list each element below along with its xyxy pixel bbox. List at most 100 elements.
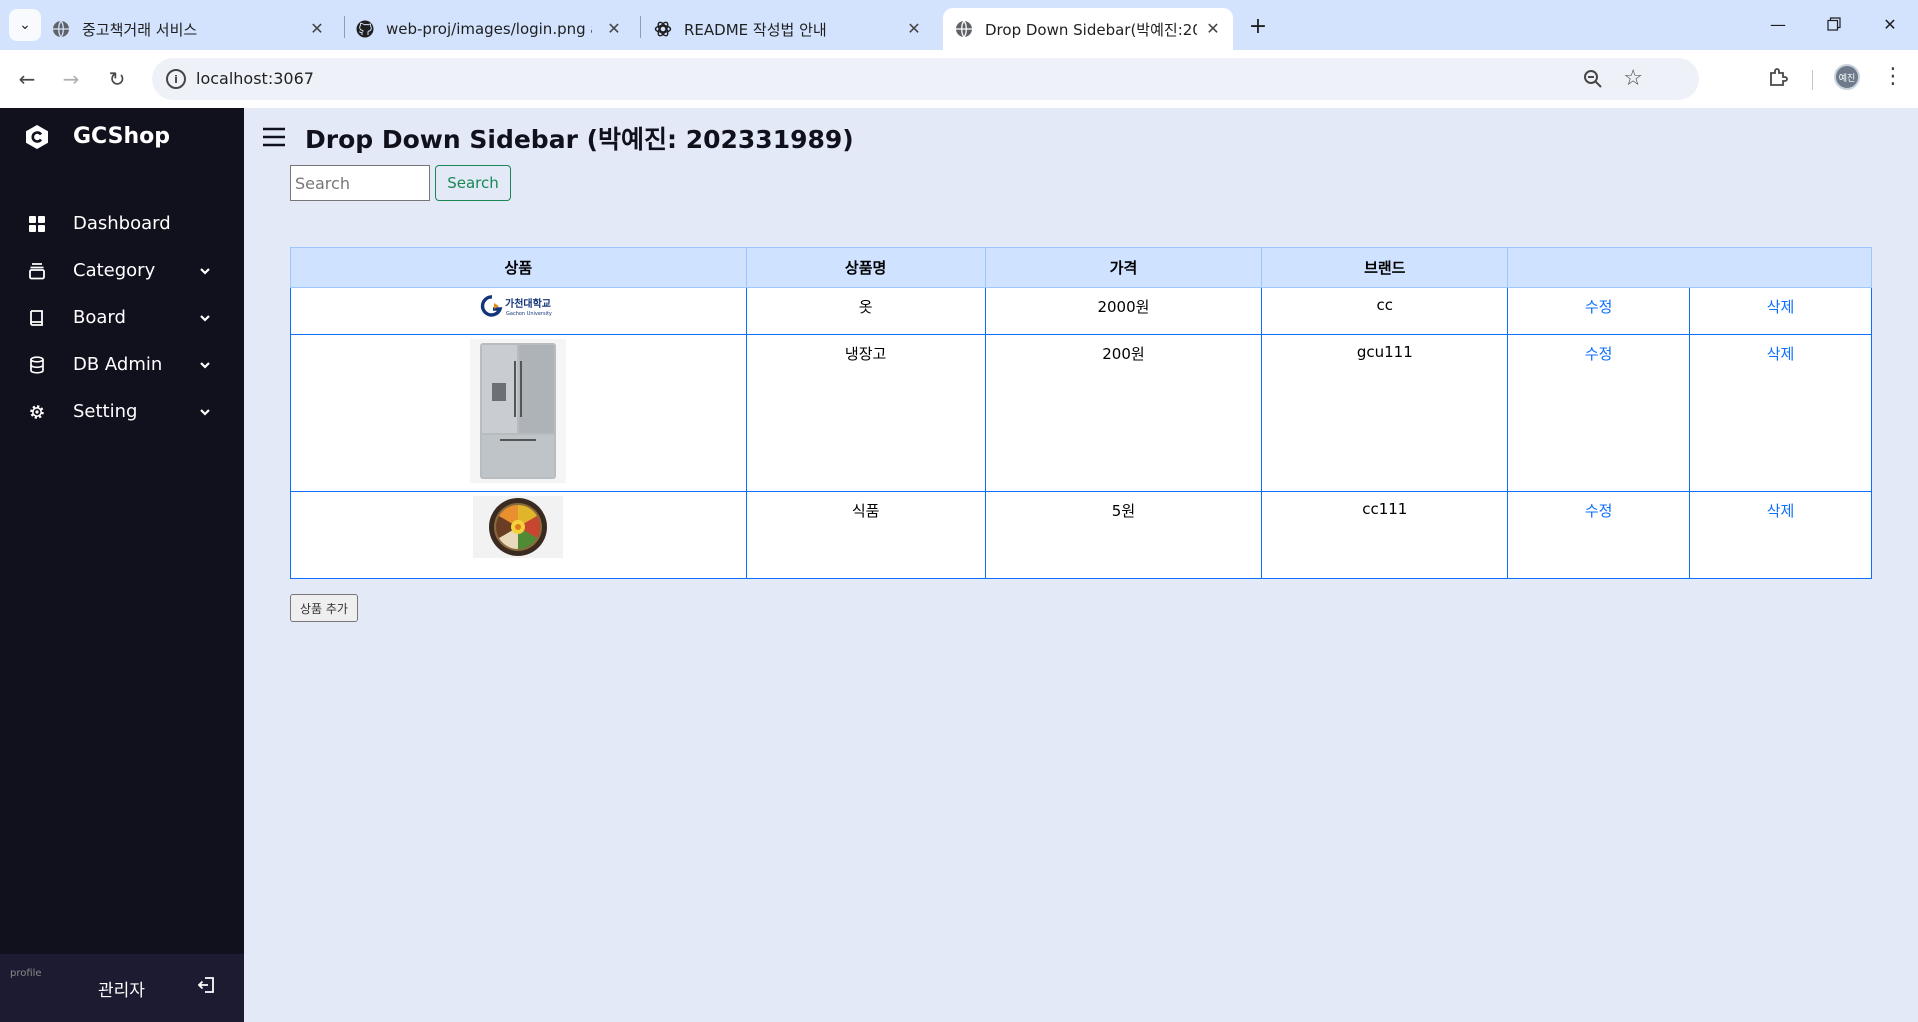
zoom-icon[interactable] bbox=[1583, 69, 1603, 94]
add-product-button[interactable]: 상품 추가 bbox=[290, 594, 358, 622]
tab-title: web-proj/images/login.png at bbox=[386, 20, 592, 38]
reload-button[interactable]: ↻ bbox=[102, 64, 132, 94]
chevron-down-icon[interactable] bbox=[198, 264, 212, 278]
delete-cell: 삭제 bbox=[1689, 287, 1872, 335]
minimize-button[interactable]: — bbox=[1758, 8, 1798, 40]
sidebar-item-label: Board bbox=[73, 307, 126, 328]
close-icon[interactable]: ✕ bbox=[604, 18, 624, 38]
sidebar-item-label: DB Admin bbox=[73, 354, 163, 375]
github-icon bbox=[356, 20, 374, 38]
reload-icon: ↻ bbox=[108, 67, 126, 91]
bibimbap-image bbox=[473, 496, 564, 558]
tab-divider bbox=[344, 16, 345, 38]
toolbar-divider bbox=[1812, 70, 1813, 90]
grid-icon bbox=[29, 216, 45, 232]
browser-tab[interactable]: 중고책거래 서비스 ✕ bbox=[52, 8, 337, 50]
delete-cell: 삭제 bbox=[1689, 334, 1872, 492]
table-row: 냉장고 200원 gcu111 수정 삭제 bbox=[290, 334, 1872, 492]
sidebar-item-db-admin[interactable]: DB Admin bbox=[0, 342, 244, 388]
product-price: 200원 bbox=[984, 334, 1263, 492]
sidebar-item-dashboard[interactable]: Dashboard bbox=[0, 201, 244, 247]
window-close-button[interactable]: ✕ bbox=[1870, 8, 1910, 40]
browser-tab[interactable]: web-proj/images/login.png at ✕ bbox=[356, 8, 634, 50]
more-menu-icon[interactable]: ⋮ bbox=[1882, 64, 1904, 89]
browser-tab[interactable]: README 작성법 안내 ✕ bbox=[654, 8, 934, 50]
globe-icon bbox=[955, 20, 973, 38]
restore-icon bbox=[1827, 17, 1841, 31]
profile-avatar[interactable]: 예진 bbox=[1834, 64, 1860, 90]
product-brand: cc bbox=[1261, 287, 1509, 335]
chevron-down-icon: ⌄ bbox=[19, 17, 31, 33]
profile-section: profile 관리자 bbox=[0, 954, 244, 1022]
product-image-cell bbox=[290, 491, 747, 579]
column-header-price: 가격 bbox=[984, 247, 1263, 288]
search-button[interactable]: Search bbox=[435, 165, 511, 201]
restore-button[interactable] bbox=[1814, 8, 1854, 40]
globe-icon bbox=[52, 20, 70, 38]
gachon-logo-kr: 가천대학교 bbox=[505, 297, 551, 310]
product-name: 식품 bbox=[745, 491, 986, 579]
arrow-left-icon: ← bbox=[18, 67, 36, 91]
close-icon: ✕ bbox=[1883, 14, 1897, 34]
product-image-cell bbox=[290, 334, 747, 492]
logout-icon[interactable] bbox=[196, 974, 218, 996]
info-icon[interactable]: i bbox=[166, 69, 186, 89]
tab-search-button[interactable]: ⌄ bbox=[9, 9, 41, 41]
chevron-down-icon[interactable] bbox=[198, 405, 212, 419]
url-text: localhost:3067 bbox=[196, 69, 314, 88]
sidebar-item-setting[interactable]: Setting bbox=[0, 389, 244, 435]
sidebar-item-label: Setting bbox=[73, 401, 138, 422]
product-price: 5원 bbox=[984, 491, 1263, 579]
edit-link[interactable]: 수정 bbox=[1585, 502, 1613, 520]
bookmark-star-icon[interactable]: ☆ bbox=[1623, 66, 1643, 91]
product-brand: cc111 bbox=[1261, 491, 1509, 579]
product-name: 옷 bbox=[745, 287, 986, 335]
close-icon[interactable]: ✕ bbox=[904, 18, 924, 38]
delete-link[interactable]: 삭제 bbox=[1767, 345, 1795, 363]
address-bar[interactable]: i localhost:3067 ☆ bbox=[152, 58, 1699, 100]
gear-icon bbox=[30, 405, 44, 419]
menu-toggle-icon[interactable] bbox=[262, 126, 286, 148]
edit-link[interactable]: 수정 bbox=[1585, 298, 1613, 316]
main-content: Drop Down Sidebar (박예진: 202331989) Searc… bbox=[244, 108, 1918, 1022]
edit-cell: 수정 bbox=[1507, 287, 1691, 335]
edit-cell: 수정 bbox=[1507, 491, 1691, 579]
edit-link[interactable]: 수정 bbox=[1585, 345, 1613, 363]
book-icon bbox=[30, 310, 43, 326]
profile-image-broken: profile bbox=[10, 968, 42, 979]
column-header-brand: 브랜드 bbox=[1261, 247, 1509, 288]
layers-icon bbox=[29, 263, 45, 280]
delete-link[interactable]: 삭제 bbox=[1767, 502, 1795, 520]
database-icon bbox=[30, 356, 44, 374]
back-button[interactable]: ← bbox=[12, 64, 42, 94]
close-icon[interactable]: ✕ bbox=[1203, 18, 1223, 38]
chevron-down-icon[interactable] bbox=[198, 311, 212, 325]
chevron-down-icon[interactable] bbox=[198, 358, 212, 372]
delete-cell: 삭제 bbox=[1689, 491, 1872, 579]
close-icon[interactable]: ✕ bbox=[307, 18, 327, 38]
product-name: 냉장고 bbox=[745, 334, 986, 492]
delete-link[interactable]: 삭제 bbox=[1767, 298, 1795, 316]
profile-name: 관리자 bbox=[98, 981, 145, 1001]
table-row: 식품 5원 cc111 수정 삭제 bbox=[290, 491, 1872, 579]
new-tab-button[interactable]: + bbox=[1244, 12, 1272, 40]
column-header-name: 상품명 bbox=[745, 247, 986, 288]
search-input[interactable] bbox=[290, 165, 430, 201]
extensions-icon[interactable] bbox=[1768, 66, 1790, 93]
sidebar-item-category[interactable]: Category bbox=[0, 248, 244, 294]
minimize-icon: — bbox=[1770, 14, 1786, 34]
tab-title: README 작성법 안내 bbox=[684, 20, 827, 39]
tab-title: 중고책거래 서비스 bbox=[82, 20, 198, 39]
edit-cell: 수정 bbox=[1507, 334, 1691, 492]
sidebar-item-board[interactable]: Board bbox=[0, 295, 244, 341]
product-image-cell: 가천대학교 Gachon University bbox=[290, 287, 747, 335]
gachon-logo-en: Gachon University bbox=[506, 311, 552, 317]
chatgpt-icon bbox=[654, 20, 672, 38]
arrow-right-icon: → bbox=[62, 67, 80, 91]
forward-button[interactable]: → bbox=[56, 64, 86, 94]
sidebar-item-label: Dashboard bbox=[73, 213, 171, 234]
products-table: 상품 상품명 가격 브랜드 가천대학교 Gachon University 옷 bbox=[290, 247, 1872, 579]
page-title: Drop Down Sidebar (박예진: 202331989) bbox=[305, 125, 854, 154]
browser-tab-active[interactable]: Drop Down Sidebar(박예진:20 ✕ bbox=[943, 8, 1233, 50]
table-row: 가천대학교 Gachon University 옷 2000원 cc 수정 삭제 bbox=[290, 287, 1872, 335]
